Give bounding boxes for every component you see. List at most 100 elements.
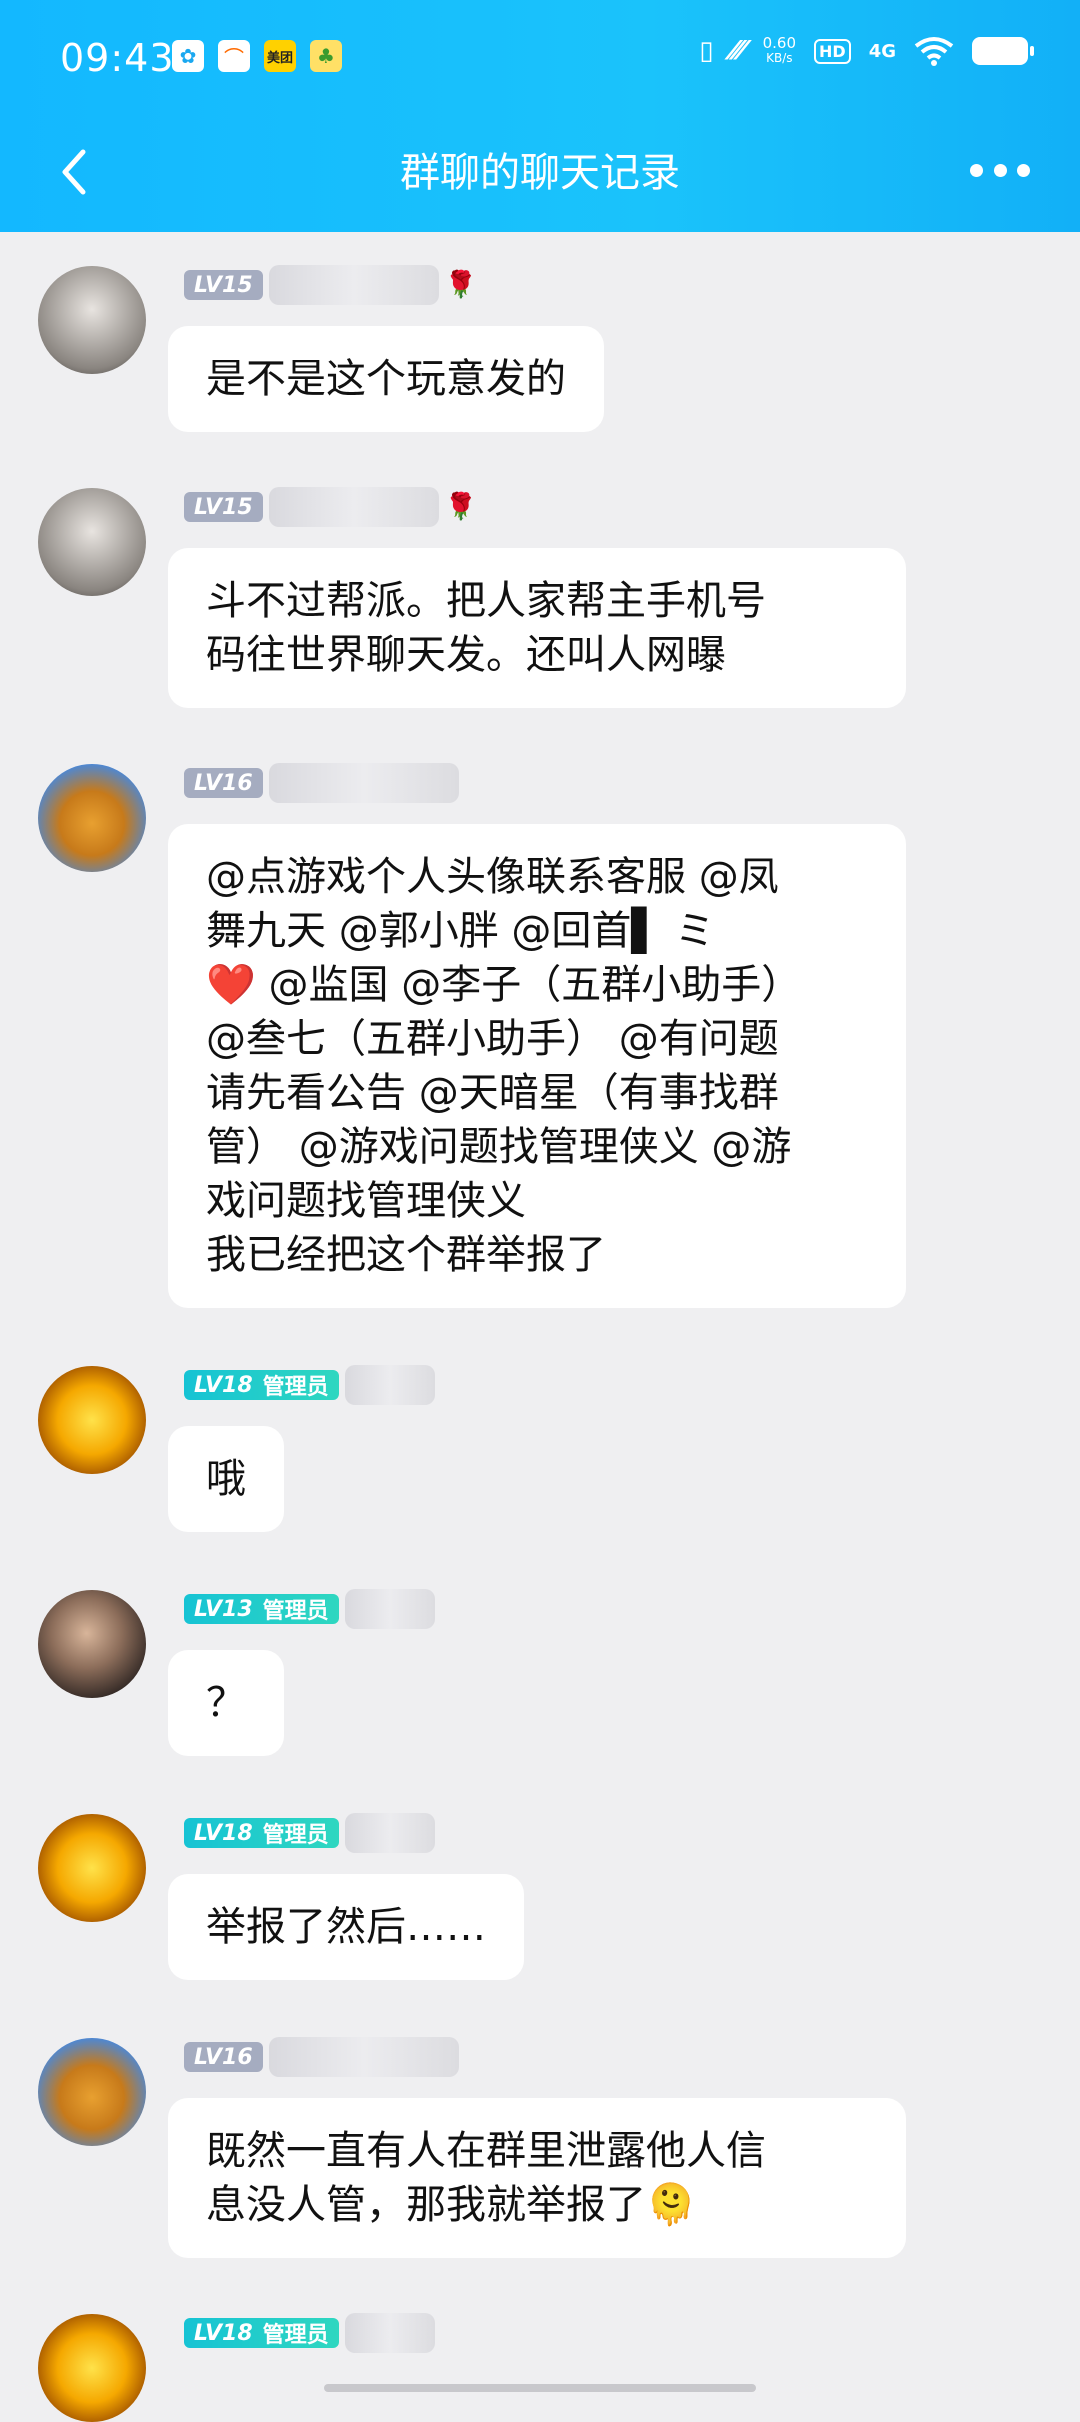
message-bubble[interactable]: 哦	[168, 1426, 284, 1532]
notification-icons: ✿ ⌒ 美团 ♣	[172, 40, 342, 72]
home-indicator[interactable]	[324, 2384, 756, 2392]
message-line: @叁七（五群小助手） @有问题	[206, 1016, 779, 1062]
app-icon-4: ♣	[310, 40, 342, 72]
app-icon-1: ✿	[172, 40, 204, 72]
message-line: ？	[206, 1680, 246, 1726]
chat-history[interactable]: LV15 🌹 是不是这个玩意发的 LV15 🌹 斗不过帮派。把人家帮主手机号 码…	[0, 232, 1080, 2422]
message-line: 请先看公告 @天暗星（有事找群	[206, 1070, 779, 1116]
rose-icon: 🌹	[444, 270, 478, 300]
vibrate-icon: ▯	[699, 36, 714, 66]
sender-row: LV15 🌹	[184, 487, 478, 527]
level-badge: LV15	[184, 270, 263, 300]
message-line: 是不是这个玩意发的	[206, 356, 566, 402]
message-bubble[interactable]: 既然一直有人在群里泄露他人信 息没人管，那我就举报了🫠	[168, 2098, 906, 2258]
sender-name[interactable]	[268, 763, 459, 803]
level-text: LV16	[194, 2044, 253, 2070]
status-bar: 09:43 ✿ ⌒ 美团 ♣ ▯ ⁄⁄⁄ 0.60 KB/s HD 4G	[0, 0, 1080, 116]
level-badge: LV16	[184, 2042, 263, 2072]
message-bubble[interactable]: 斗不过帮派。把人家帮主手机号 码往世界聊天发。还叫人网曝	[168, 548, 906, 708]
message-line: @点游戏个人头像联系客服 @凤	[206, 854, 779, 900]
message-item: LV18 管理员	[0, 2280, 1080, 2422]
sender-row: LV18 管理员	[184, 1813, 435, 1853]
role-text: 管理员	[262, 2323, 329, 2348]
level-text: LV13	[194, 1596, 253, 1622]
message-item: LV18 管理员 哦	[0, 1332, 1080, 1556]
battery-icon	[972, 37, 1034, 65]
net-speed-unit: KB/s	[766, 51, 793, 65]
message-bubble[interactable]: 举报了然后……	[168, 1874, 524, 1980]
sender-row: LV16	[184, 2037, 459, 2077]
message-item: LV16 既然一直有人在群里泄露他人信 息没人管，那我就举报了🫠	[0, 2004, 1080, 2280]
message-item: LV15 🌹 是不是这个玩意发的	[0, 232, 1080, 454]
message-line: 举报了然后……	[206, 1904, 486, 1950]
message-line: 戏问题找管理侠义	[206, 1178, 526, 1224]
avatar[interactable]	[38, 1814, 146, 1922]
level-text: LV18	[194, 1820, 253, 1846]
sender-name[interactable]	[344, 2313, 435, 2353]
message-line: 息没人管，那我就举报了🫠	[206, 2182, 696, 2228]
message-item: LV18 管理员 举报了然后……	[0, 1780, 1080, 2004]
message-line: 哦	[206, 1456, 246, 1502]
avatar[interactable]	[38, 764, 146, 872]
meituan-icon: 美团	[264, 40, 296, 72]
message-bubble[interactable]: 是不是这个玩意发的	[168, 326, 604, 432]
level-text: LV18	[194, 2320, 253, 2346]
avatar[interactable]	[38, 1366, 146, 1474]
avatar[interactable]	[38, 266, 146, 374]
level-text: LV15	[194, 272, 253, 298]
admin-badge: LV13 管理员	[184, 1594, 339, 1624]
more-button[interactable]	[970, 150, 1030, 190]
hd-badge: HD	[814, 38, 851, 64]
sender-row: LV18 管理员	[184, 1365, 435, 1405]
message-line: 斗不过帮派。把人家帮主手机号	[206, 578, 766, 624]
carrier-icon: ⁄⁄⁄	[731, 36, 745, 66]
avatar[interactable]	[38, 2314, 146, 2422]
role-text: 管理员	[262, 1375, 329, 1400]
sender-name[interactable]	[344, 1813, 435, 1853]
rose-icon: 🌹	[444, 492, 478, 522]
sender-name[interactable]	[268, 2037, 459, 2077]
sender-name[interactable]	[268, 487, 439, 527]
role-text: 管理员	[262, 1823, 329, 1848]
level-text: LV16	[194, 770, 253, 796]
wifi-icon	[914, 37, 954, 66]
message-line: 码往世界聊天发。还叫人网曝	[206, 632, 726, 678]
sender-row: LV13 管理员	[184, 1589, 435, 1629]
level-text: LV18	[194, 1372, 253, 1398]
message-line: 管） @游戏问题找管理侠义 @游	[206, 1124, 792, 1170]
message-item: LV13 管理员 ？	[0, 1556, 1080, 1780]
level-badge: LV15	[184, 492, 263, 522]
level-badge: LV16	[184, 768, 263, 798]
nav-bar: 群聊的聊天记录	[0, 116, 1080, 232]
sender-name[interactable]	[344, 1589, 435, 1629]
message-item: LV15 🌹 斗不过帮派。把人家帮主手机号 码往世界聊天发。还叫人网曝	[0, 454, 1080, 730]
avatar[interactable]	[38, 488, 146, 596]
message-item: LV16 @点游戏个人头像联系客服 @凤 舞九天 @郭小胖 @回首▌ ミ ❤️ …	[0, 730, 1080, 1332]
message-bubble[interactable]: @点游戏个人头像联系客服 @凤 舞九天 @郭小胖 @回首▌ ミ ❤️ @监国 @…	[168, 824, 906, 1308]
admin-badge: LV18 管理员	[184, 1370, 339, 1400]
net-speed: 0.60 KB/s	[763, 36, 796, 66]
avatar[interactable]	[38, 1590, 146, 1698]
app-icon-2: ⌒	[218, 40, 250, 72]
level-text: LV15	[194, 494, 253, 520]
sender-row: LV16	[184, 763, 459, 803]
admin-badge: LV18 管理员	[184, 1818, 339, 1848]
message-bubble[interactable]: ？	[168, 1650, 284, 1756]
page-title: 群聊的聊天记录	[400, 150, 680, 196]
message-line: 既然一直有人在群里泄露他人信	[206, 2128, 766, 2174]
more-dot-icon	[1017, 163, 1030, 177]
more-dot-icon	[993, 163, 1007, 177]
avatar[interactable]	[38, 2038, 146, 2146]
status-time: 09:43	[60, 36, 175, 80]
sender-name[interactable]	[268, 265, 439, 305]
more-dot-icon	[970, 163, 983, 177]
sender-row: LV18 管理员	[184, 2313, 435, 2353]
message-line: ❤️ @监国 @李子（五群小助手）	[206, 962, 802, 1008]
role-text: 管理员	[262, 1599, 329, 1624]
signal-icon: 4G	[868, 40, 896, 62]
status-right: ▯ ⁄⁄⁄ 0.60 KB/s HD 4G	[699, 36, 1034, 66]
message-line: 舞九天 @郭小胖 @回首▌ ミ	[206, 908, 715, 954]
message-line: 我已经把这个群举报了	[206, 1232, 606, 1278]
admin-badge: LV18 管理员	[184, 2318, 339, 2348]
sender-name[interactable]	[344, 1365, 435, 1405]
